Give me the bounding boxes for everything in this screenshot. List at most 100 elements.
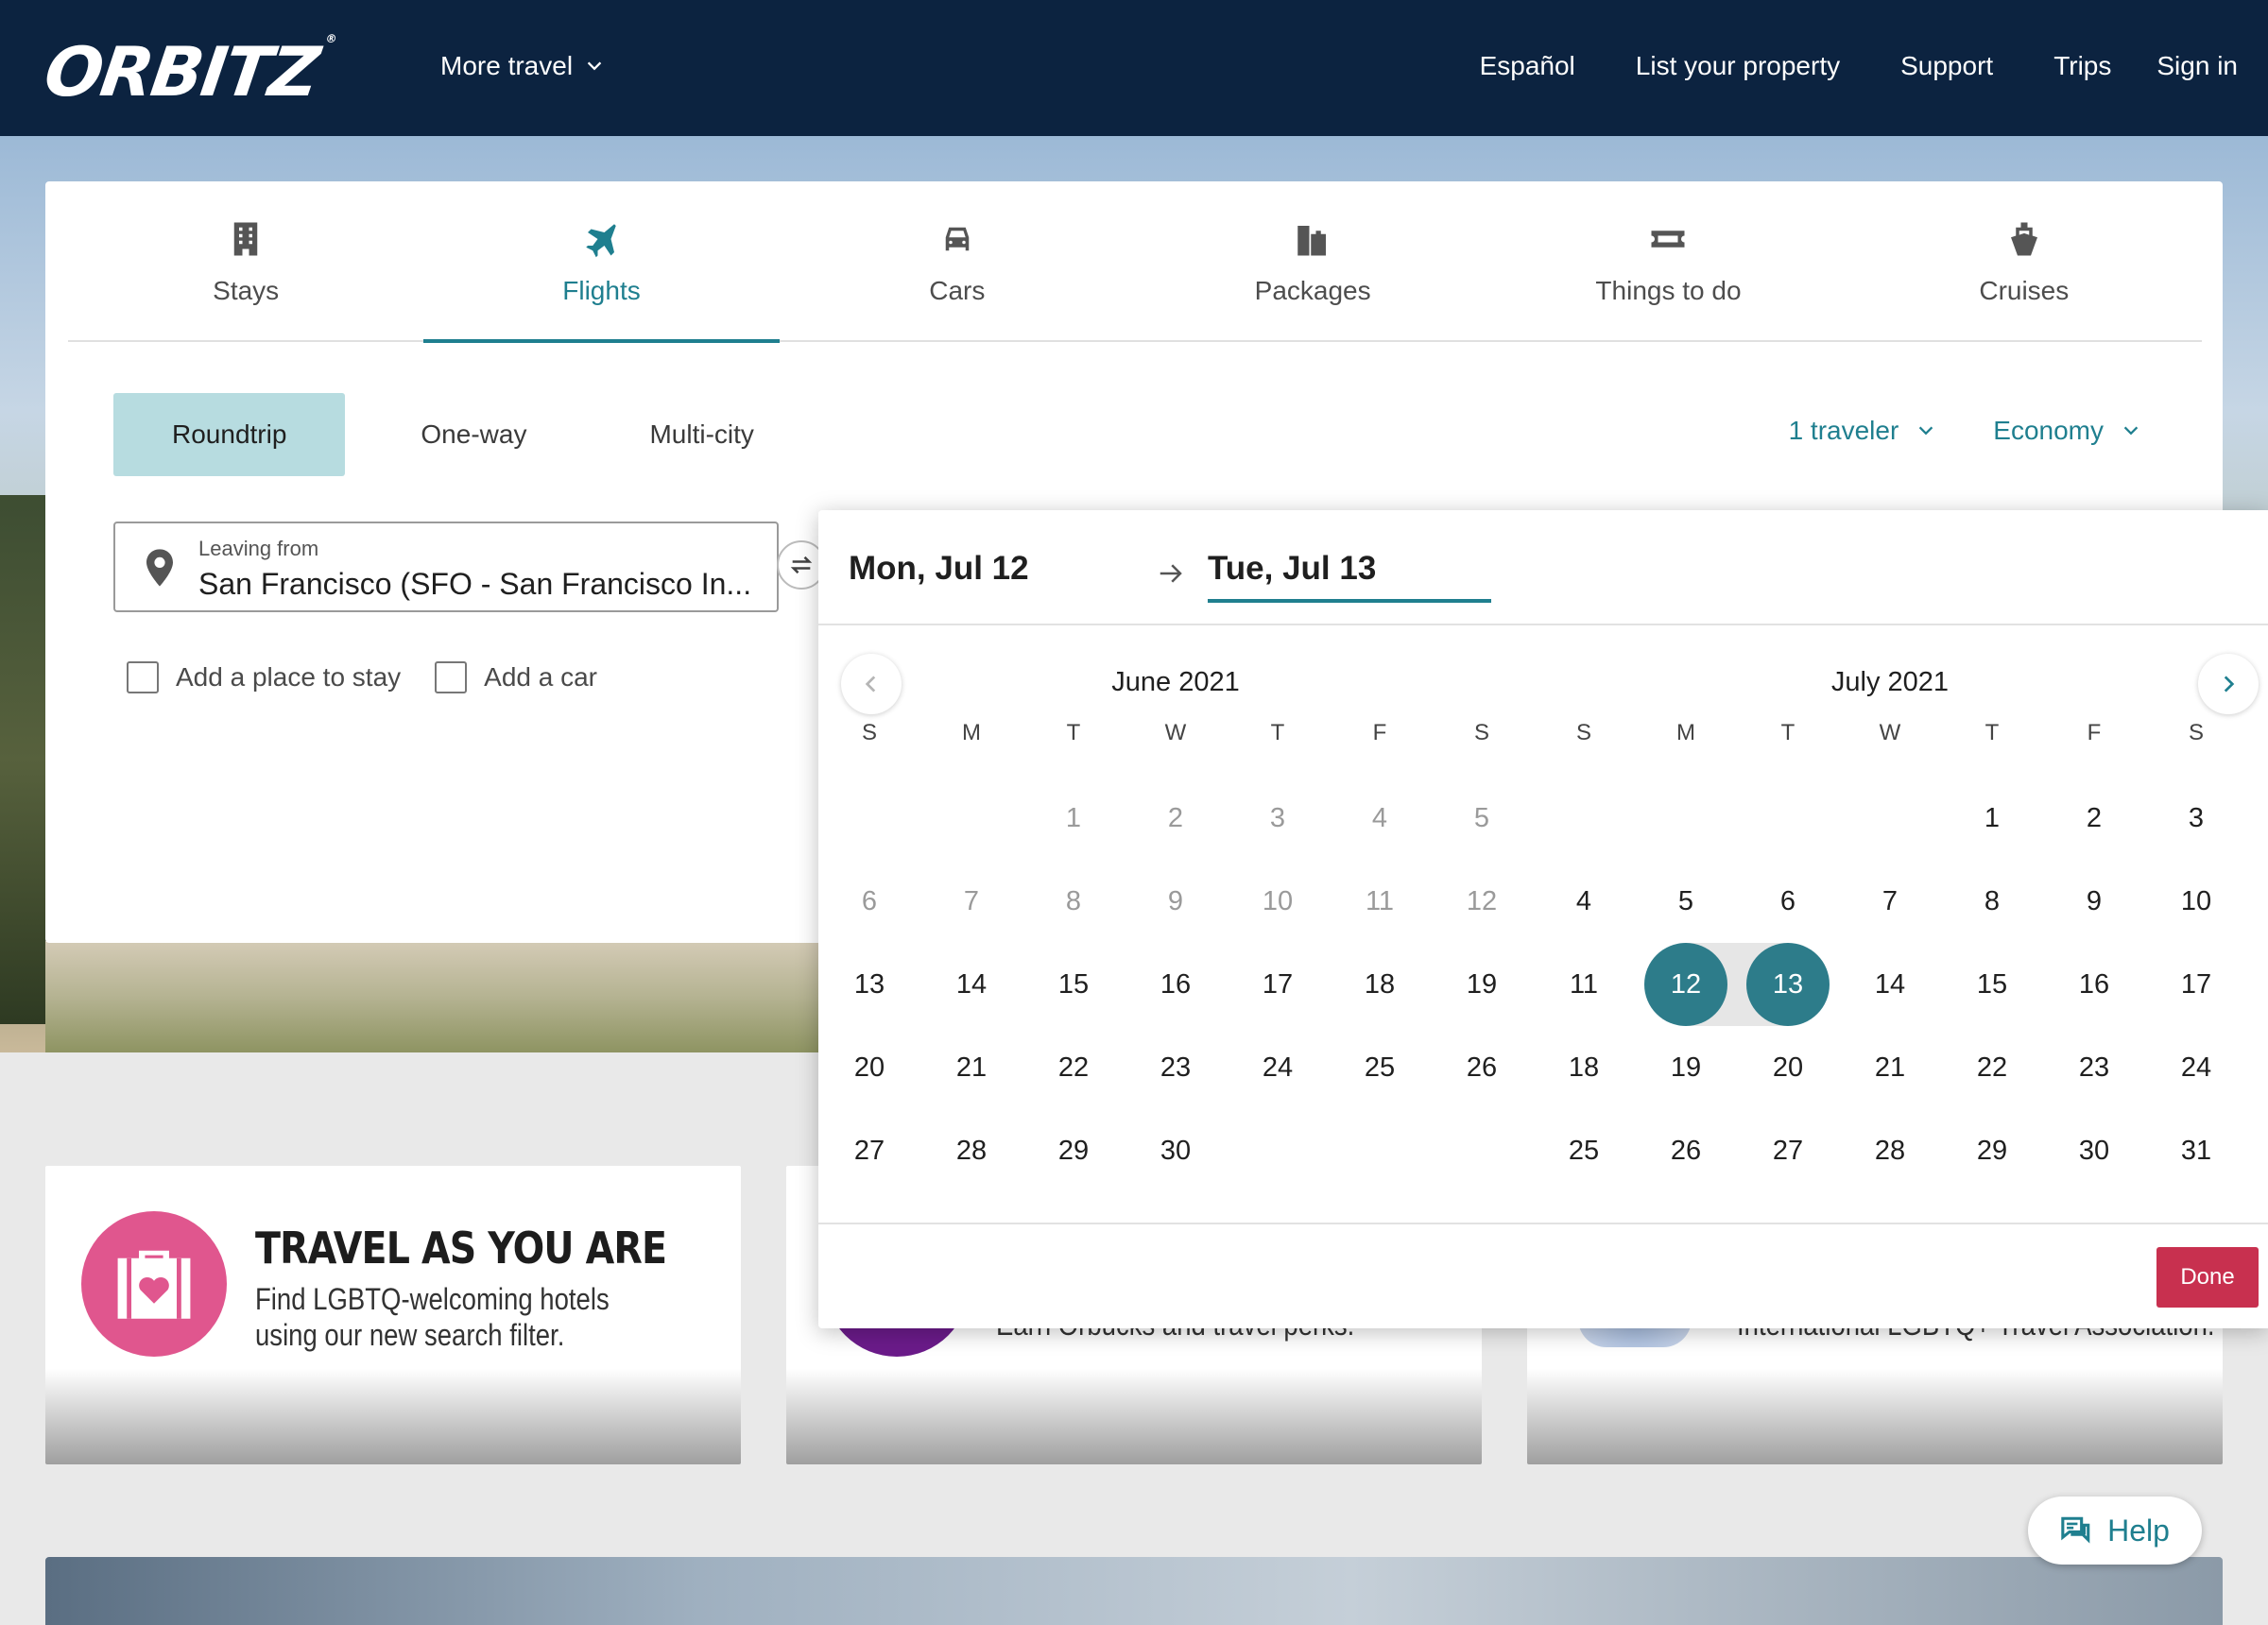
calendar-day[interactable]: 15	[1941, 943, 2043, 1026]
destination-photo	[45, 1557, 2223, 1625]
multi-city-button[interactable]: Multi-city	[591, 393, 812, 476]
calendar-day[interactable]: 10	[2145, 860, 2247, 943]
calendar-day[interactable]: 16	[2043, 943, 2145, 1026]
calendar-day[interactable]: 29	[1941, 1109, 2043, 1192]
add-stay-checkbox[interactable]: Add a place to stay	[127, 661, 401, 693]
cabin-class-dropdown[interactable]: Economy	[1993, 416, 2141, 446]
calendar-day[interactable]: 29	[1022, 1109, 1125, 1192]
calendar-day[interactable]: 18	[1329, 943, 1431, 1026]
calendar-day[interactable]: 23	[2043, 1026, 2145, 1109]
calendar-day[interactable]: 21	[920, 1026, 1022, 1109]
nav-espanol[interactable]: Español	[1480, 51, 1575, 81]
calendar-day[interactable]: 22	[1941, 1026, 2043, 1109]
travelers-dropdown[interactable]: 1 traveler	[1789, 416, 1937, 446]
calendar-day[interactable]: 11	[1533, 943, 1635, 1026]
calendar-day[interactable]: 26	[1635, 1109, 1737, 1192]
calendar-day[interactable]: 19	[1635, 1026, 1737, 1109]
day-number: 20	[1772, 1052, 1804, 1083]
nav-sign-in[interactable]: Sign in	[2156, 51, 2238, 81]
tab-things-to-do[interactable]: Things to do	[1490, 219, 1846, 340]
calendar-day[interactable]: 3	[2145, 777, 2247, 860]
one-way-button[interactable]: One-way	[345, 393, 591, 476]
flight-options: 1 traveler Economy	[1789, 416, 2141, 446]
calendar-day[interactable]: 31	[2145, 1109, 2247, 1192]
calendar-day[interactable]: 14	[920, 943, 1022, 1026]
calendar-day[interactable]: 22	[1022, 1026, 1125, 1109]
tab-stays[interactable]: Stays	[68, 219, 423, 340]
day-number: 22	[1057, 1052, 1090, 1083]
calendar-day[interactable]: 2	[2043, 777, 2145, 860]
calendar-day[interactable]: 23	[1125, 1026, 1227, 1109]
calendar-day[interactable]: 28	[1839, 1109, 1941, 1192]
calendar-day[interactable]: 15	[1022, 943, 1125, 1026]
calendar-day[interactable]: 13	[1737, 943, 1839, 1026]
calendar-day[interactable]: 24	[1227, 1026, 1329, 1109]
travelers-label: 1 traveler	[1788, 416, 1899, 445]
checkbox-box[interactable]	[127, 661, 159, 693]
calendar-day[interactable]: 18	[1533, 1026, 1635, 1109]
day-number: 9	[2086, 885, 2103, 916]
day-number: 28	[1874, 1135, 1906, 1166]
calendar-day[interactable]: 9	[2043, 860, 2145, 943]
calendar-day[interactable]: 24	[2145, 1026, 2247, 1109]
calendar-day[interactable]: 30	[2043, 1109, 2145, 1192]
calendar-day[interactable]: 17	[2145, 943, 2247, 1026]
calendar-day[interactable]: 25	[1329, 1026, 1431, 1109]
more-travel-menu[interactable]: More travel	[440, 51, 605, 81]
chat-bubbles-icon	[2061, 1516, 2090, 1544]
return-date[interactable]: Tue, Jul 13	[1208, 550, 1376, 588]
weekday-label: F	[1372, 720, 1387, 745]
calendar-day[interactable]: 12	[1635, 943, 1737, 1026]
calendar-day[interactable]: 27	[1737, 1109, 1839, 1192]
roundtrip-button[interactable]: Roundtrip	[113, 393, 346, 476]
calendar-day[interactable]: 20	[1737, 1026, 1839, 1109]
help-button[interactable]: Help	[2028, 1497, 2202, 1565]
week-row: 13 14 15 16 17 18 19	[818, 943, 1533, 1026]
day-number: 23	[2078, 1052, 2110, 1083]
day-number: 6	[861, 885, 878, 916]
calendar-day[interactable]: 25	[1533, 1109, 1635, 1192]
done-button[interactable]: Done	[2156, 1247, 2259, 1308]
weekday-label: S	[1473, 720, 1489, 745]
calendar-day[interactable]: 21	[1839, 1026, 1941, 1109]
arrow-right-icon	[1160, 564, 1182, 583]
day-number: 14	[1874, 968, 1906, 1000]
calendar-day[interactable]: 5	[1635, 860, 1737, 943]
calendar-day[interactable]: 16	[1125, 943, 1227, 1026]
nav-trips[interactable]: Trips	[2053, 51, 2111, 81]
calendar-day[interactable]: 26	[1431, 1026, 1533, 1109]
day-number: 21	[955, 1052, 988, 1083]
add-car-checkbox[interactable]: Add a car	[435, 661, 597, 693]
tab-packages[interactable]: Packages	[1135, 219, 1490, 340]
calendar-grid: S M T W T F S 1 2 3 4 5 6 7 8 9 10 11 12 13 14 15 16 17 18 19 20 21…	[1533, 720, 2247, 1192]
calendar-day: 1	[1022, 777, 1125, 860]
empty-day-cell	[1533, 777, 1635, 860]
tab-cars[interactable]: Cars	[780, 219, 1135, 340]
calendar-day[interactable]: 13	[818, 943, 920, 1026]
calendar-day[interactable]: 7	[1839, 860, 1941, 943]
leaving-from-field[interactable]: Leaving from San Francisco (SFO - San Fr…	[113, 522, 779, 612]
calendar-day[interactable]: 28	[920, 1109, 1022, 1192]
calendar-day[interactable]: 1	[1941, 777, 2043, 860]
empty-day-cell	[1737, 777, 1839, 860]
promo-card-travel-as-you-are[interactable]: TRAVEL AS YOU ARE Find LGBTQ-welcoming h…	[45, 1166, 741, 1464]
calendar-day[interactable]: 20	[818, 1026, 920, 1109]
calendar-day[interactable]: 4	[1533, 860, 1635, 943]
leaving-from-value: San Francisco (SFO - San Francisco In...	[198, 567, 752, 601]
calendar-day[interactable]: 30	[1125, 1109, 1227, 1192]
calendar-day[interactable]: 17	[1227, 943, 1329, 1026]
calendar-day[interactable]: 8	[1941, 860, 2043, 943]
nav-support[interactable]: Support	[1900, 51, 1993, 81]
nav-list-property[interactable]: List your property	[1636, 51, 1840, 81]
calendar-day[interactable]: 19	[1431, 943, 1533, 1026]
tab-flights[interactable]: Flights	[423, 219, 780, 343]
map-pin-icon	[146, 549, 173, 587]
tab-cruises[interactable]: Cruises	[1847, 219, 2202, 340]
calendar-day[interactable]: 14	[1839, 943, 1941, 1026]
orbitz-logo[interactable]: ORBITZ ®	[40, 32, 335, 111]
calendar-day[interactable]: 6	[1737, 860, 1839, 943]
checkbox-box[interactable]	[435, 661, 468, 693]
day-number: 8	[1065, 885, 1082, 916]
departure-date[interactable]: Mon, Jul 12	[849, 550, 1029, 588]
calendar-day[interactable]: 27	[818, 1109, 920, 1192]
